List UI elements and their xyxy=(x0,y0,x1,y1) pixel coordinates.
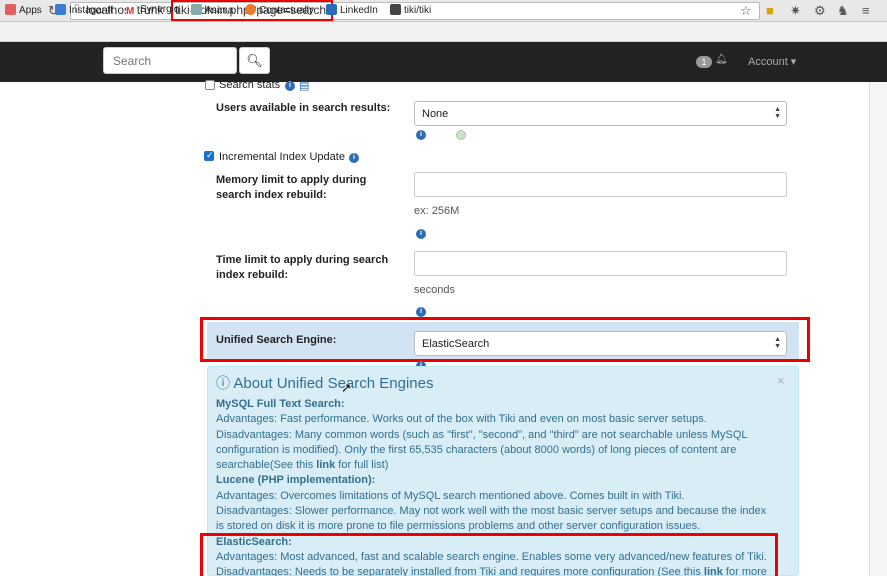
apps-icon xyxy=(5,4,16,15)
memory-limit-label-line2: search index rebuild: xyxy=(216,189,327,201)
search-stats-checkbox[interactable] xyxy=(205,80,215,90)
bookmark-synergiq[interactable]: M Synergiq xyxy=(126,4,179,17)
lucene-advantages: Advantages: Overcomes limitations of MyS… xyxy=(216,490,685,502)
extension-icon[interactable]: ■ xyxy=(766,3,774,18)
mysql-disadvantages-1: Disadvantages: Many common words (such a… xyxy=(216,429,748,441)
extension-burst-icon[interactable]: ✷ xyxy=(790,3,801,19)
mouse-cursor-icon: ➚ xyxy=(341,380,352,395)
puzzle-icon[interactable]: ♞ xyxy=(837,3,849,19)
bookmark-tiki[interactable]: tiki/tiki xyxy=(390,4,431,16)
tiki-icon xyxy=(390,4,401,15)
side-window-edge xyxy=(869,82,887,576)
info-icon[interactable]: i xyxy=(349,153,359,163)
engine-label: Unified Search Engine: xyxy=(216,334,337,346)
info-icon[interactable]: i xyxy=(416,307,426,317)
time-limit-hint: seconds xyxy=(414,284,455,296)
search-stats-label: Search stats xyxy=(219,79,281,91)
memory-limit-hint: ex: 256M xyxy=(414,205,460,217)
search-input[interactable] xyxy=(103,47,237,74)
search-icon: 🔍︎ xyxy=(246,53,263,68)
instagantt-icon xyxy=(55,4,66,15)
time-limit-label-line2: index rebuild: xyxy=(216,269,289,281)
time-limit-input[interactable] xyxy=(414,251,787,276)
search-button[interactable]: 🔍︎ xyxy=(239,47,270,74)
mysql-disadvantages-3: searchable(See this link for full list) xyxy=(216,459,389,471)
incremental-index-checkbox[interactable] xyxy=(204,150,214,161)
lucene-heading: Lucene (PHP implementation): xyxy=(216,474,376,486)
info-icon[interactable]: i xyxy=(416,229,426,239)
star-icon[interactable]: ☆ xyxy=(740,3,752,19)
lucene-disadvantages-2: is stored on disk it is more prone to fi… xyxy=(216,520,701,532)
memory-limit-label-line1: Memory limit to apply during xyxy=(216,174,367,186)
help-icon[interactable] xyxy=(456,130,466,140)
bookmarks-bar xyxy=(0,22,887,42)
mysql-disadvantages-2: configuration is modified). Only the fir… xyxy=(216,444,737,456)
linkedin-icon xyxy=(326,4,337,15)
bookmark-instagantt[interactable]: Instagantt xyxy=(55,4,113,16)
users-available-label: Users available in search results: xyxy=(216,102,391,114)
time-limit-label-line1: Time limit to apply during search xyxy=(216,254,389,266)
users-available-select[interactable]: None ▲ ▼ xyxy=(414,101,787,126)
engine-select[interactable]: ElasticSearch ▲ ▼ xyxy=(414,331,787,356)
info-icon[interactable]: i xyxy=(416,130,426,140)
incremental-index-label: Incremental Index Update xyxy=(219,151,345,163)
mysql-heading: MySQL Full Text Search: xyxy=(216,398,345,410)
notification-badge[interactable]: 1 xyxy=(696,56,712,68)
close-icon[interactable]: × xyxy=(777,373,785,388)
elasticsearch-highlight-box xyxy=(200,533,778,576)
info-icon[interactable]: i xyxy=(285,81,295,91)
list-icon[interactable]: ▤ xyxy=(299,79,309,92)
menu-icon[interactable]: ≡ xyxy=(862,3,870,18)
bookmark-asana[interactable]: Asana xyxy=(191,4,233,16)
asana-icon xyxy=(191,4,202,15)
bookmark-apps[interactable]: Apps xyxy=(5,4,42,16)
mysql-link[interactable]: link xyxy=(316,459,335,471)
about-engines-title: ⓘ About Unified Search Engines xyxy=(216,375,434,392)
mysql-advantages: Advantages: Fast performance. Works out … xyxy=(216,413,707,425)
select-arrows-icon: ▲ ▼ xyxy=(774,336,781,350)
memory-limit-input[interactable] xyxy=(414,172,787,197)
gear-icon[interactable]: ⚙ xyxy=(814,3,826,19)
info-circle-icon: ⓘ xyxy=(216,375,230,391)
contactually-icon xyxy=(245,4,256,15)
select-arrows-icon: ▲ ▼ xyxy=(774,106,781,120)
lucene-disadvantages-1: Disadvantages: Slower performance. May n… xyxy=(216,505,767,517)
bell-icon[interactable]: 🔔︎ xyxy=(715,54,728,65)
gmail-icon: M xyxy=(126,6,137,17)
bookmark-contactually[interactable]: Contactually xyxy=(245,4,314,16)
account-menu[interactable]: Account ▾ xyxy=(748,55,796,68)
bookmark-linkedin[interactable]: LinkedIn xyxy=(326,4,378,16)
